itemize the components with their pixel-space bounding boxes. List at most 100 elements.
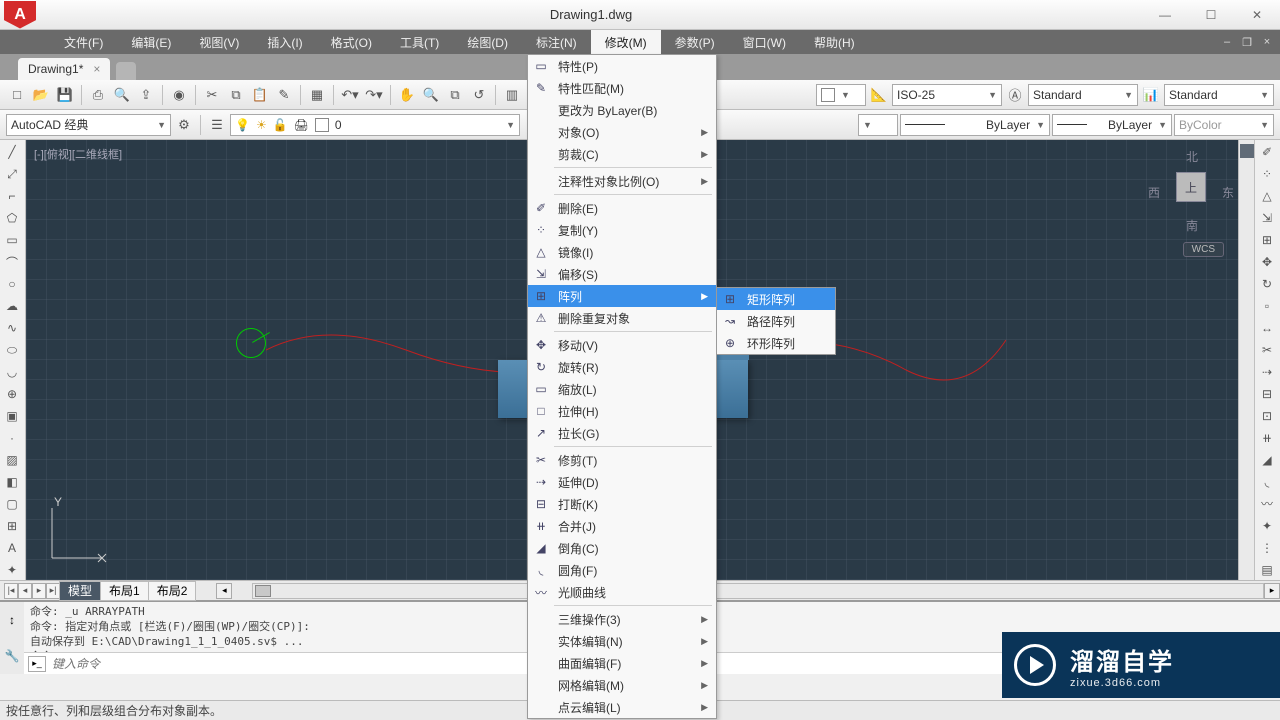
layout-tab[interactable]: 布局2	[148, 581, 197, 601]
dimstyle-dropdown[interactable]: ISO-25▼	[892, 84, 1002, 106]
join-tool[interactable]: ⧺	[1255, 427, 1279, 448]
menu-3[interactable]: 插入(I)	[253, 30, 316, 55]
tab-last[interactable]: ▸|	[46, 583, 60, 599]
wcs-label[interactable]: WCS	[1183, 242, 1224, 257]
menu-item[interactable]: ✐删除(E)	[528, 197, 716, 219]
break2-tool[interactable]: ⊡	[1255, 405, 1279, 426]
pan-button[interactable]: ✋	[396, 84, 418, 106]
cut-button[interactable]: ✂	[201, 84, 223, 106]
lw-btn[interactable]: ▼	[858, 114, 898, 136]
submenu-item[interactable]: ↝路径阵列	[717, 310, 835, 332]
copy-tool[interactable]: ⁘	[1255, 164, 1279, 185]
match-button[interactable]: ✎	[273, 84, 295, 106]
horizontal-scrollbar[interactable]	[252, 583, 1264, 599]
menu-2[interactable]: 视图(V)	[185, 30, 253, 55]
menu-item[interactable]: 网格编辑(M)▶	[528, 674, 716, 696]
erase-tool[interactable]: ✐	[1255, 142, 1279, 163]
move-tool[interactable]: ✥	[1255, 252, 1279, 273]
menu-0[interactable]: 文件(F)	[50, 30, 117, 55]
hatch-tool[interactable]: ▨	[0, 449, 24, 470]
block-tool[interactable]: ▣	[0, 405, 24, 426]
tablestyle-dropdown[interactable]: Standard▼	[1164, 84, 1274, 106]
block-button[interactable]: ▦	[306, 84, 328, 106]
submenu-item[interactable]: ⊕环形阵列	[717, 332, 835, 354]
menu-item[interactable]: 实体编辑(N)▶	[528, 630, 716, 652]
menu-10[interactable]: 窗口(W)	[729, 30, 800, 55]
menu-item[interactable]: ↻旋转(R)	[528, 356, 716, 378]
zoom-window-button[interactable]: ⧉	[444, 84, 466, 106]
menu-1[interactable]: 编辑(E)	[117, 30, 185, 55]
text-tool[interactable]: A	[0, 537, 24, 558]
tab-first[interactable]: |◂	[4, 583, 18, 599]
insert-tool[interactable]: ⊕	[0, 383, 24, 404]
spline-tool[interactable]: ∿	[0, 318, 24, 339]
menu-item[interactable]: ◟圆角(F)	[528, 559, 716, 581]
scale-tool[interactable]: ▫	[1255, 296, 1279, 317]
layer-props-button[interactable]: ☰	[206, 114, 228, 136]
chamfer-tool[interactable]: ◢	[1255, 449, 1279, 470]
ellipse-tool[interactable]: ⬭	[0, 340, 24, 361]
app-logo[interactable]: A	[4, 1, 36, 29]
rotate-tool[interactable]: ↻	[1255, 274, 1279, 295]
plotstyle-dropdown[interactable]: ByColor▼	[1174, 114, 1274, 136]
mdi-restore[interactable]: ❐	[1238, 34, 1256, 50]
linetype-dropdown[interactable]: ByLayer▼	[900, 114, 1050, 136]
trim-tool[interactable]: ✂	[1255, 340, 1279, 361]
minimize-button[interactable]: —	[1142, 0, 1188, 30]
pline-tool[interactable]: ⌐	[0, 186, 24, 207]
hscroll-left[interactable]: ◂	[216, 583, 232, 599]
print-button[interactable]: ⎙	[87, 84, 109, 106]
menu-item[interactable]: □拉伸(H)	[528, 400, 716, 422]
mdi-minimize[interactable]: –	[1218, 34, 1236, 50]
menu-item[interactable]: 三维操作(3)▶	[528, 608, 716, 630]
viewport-label[interactable]: [-][俯视][二维线框]	[34, 146, 122, 162]
redo-button[interactable]: ↷▾	[363, 84, 385, 106]
menu-item[interactable]: 点云编辑(L)▶	[528, 696, 716, 718]
new-tab-button[interactable]	[116, 62, 136, 80]
menu-item[interactable]: ✥移动(V)	[528, 334, 716, 356]
vertical-scrollbar[interactable]	[1238, 140, 1254, 580]
ellarc-tool[interactable]: ◡	[0, 362, 24, 383]
menu-item[interactable]: ▭缩放(L)	[528, 378, 716, 400]
menu-item[interactable]: ⊟打断(K)	[528, 493, 716, 515]
mirror-tool[interactable]: △	[1255, 186, 1279, 207]
circle-tool[interactable]: ○	[0, 274, 24, 295]
polygon-tool[interactable]: ⬠	[0, 208, 24, 229]
menu-item[interactable]: ⧺合并(J)	[528, 515, 716, 537]
copy-button[interactable]: ⧉	[225, 84, 247, 106]
open-button[interactable]: 📂	[30, 84, 52, 106]
point-tool[interactable]: ·	[0, 427, 24, 448]
save-button[interactable]: 💾	[54, 84, 76, 106]
menu-9[interactable]: 参数(P)	[661, 30, 729, 55]
maximize-button[interactable]: ☐	[1188, 0, 1234, 30]
zoom-prev-button[interactable]: ↺	[468, 84, 490, 106]
menu-item[interactable]: ⚠删除重复对象	[528, 307, 716, 329]
layer-dropdown[interactable]: 💡 ☀ 🔓 🖨 0 ▼	[230, 114, 520, 136]
stretch-tool[interactable]: ↔	[1255, 318, 1279, 339]
array-tool[interactable]: ⊞	[1255, 230, 1279, 251]
menu-4[interactable]: 格式(O)	[317, 30, 386, 55]
textstyle-dropdown[interactable]: Standard▼	[1028, 84, 1138, 106]
blend-tool[interactable]: 〰	[1255, 493, 1279, 514]
menu-7[interactable]: 标注(N)	[522, 30, 591, 55]
menu-5[interactable]: 工具(T)	[386, 30, 453, 55]
explode-tool[interactable]: ✦	[1255, 515, 1279, 536]
region-tool[interactable]: ▢	[0, 493, 24, 514]
palette-tool[interactable]: ▤	[1255, 559, 1279, 580]
3d-button[interactable]: ◉	[168, 84, 190, 106]
table-tool[interactable]: ⊞	[0, 515, 24, 536]
menu-6[interactable]: 绘图(D)	[453, 30, 522, 55]
menu-8[interactable]: 修改(M)	[591, 30, 661, 55]
color-dropdown[interactable]: ▼	[816, 84, 866, 106]
menu-item[interactable]: 注释性对象比例(O)▶	[528, 170, 716, 192]
props-button[interactable]: ▥	[501, 84, 523, 106]
more-tool[interactable]: ⋮	[1255, 537, 1279, 558]
offset-tool[interactable]: ⇲	[1255, 208, 1279, 229]
menu-item[interactable]: 更改为 ByLayer(B)	[528, 99, 716, 121]
close-icon[interactable]: ×	[93, 62, 100, 76]
dim-icon[interactable]: 📐	[868, 84, 890, 106]
line-tool[interactable]: ╱	[0, 142, 24, 163]
menu-item[interactable]: ✂修剪(T)	[528, 449, 716, 471]
new-button[interactable]: □	[6, 84, 28, 106]
addsel-tool[interactable]: ✦	[0, 559, 24, 580]
